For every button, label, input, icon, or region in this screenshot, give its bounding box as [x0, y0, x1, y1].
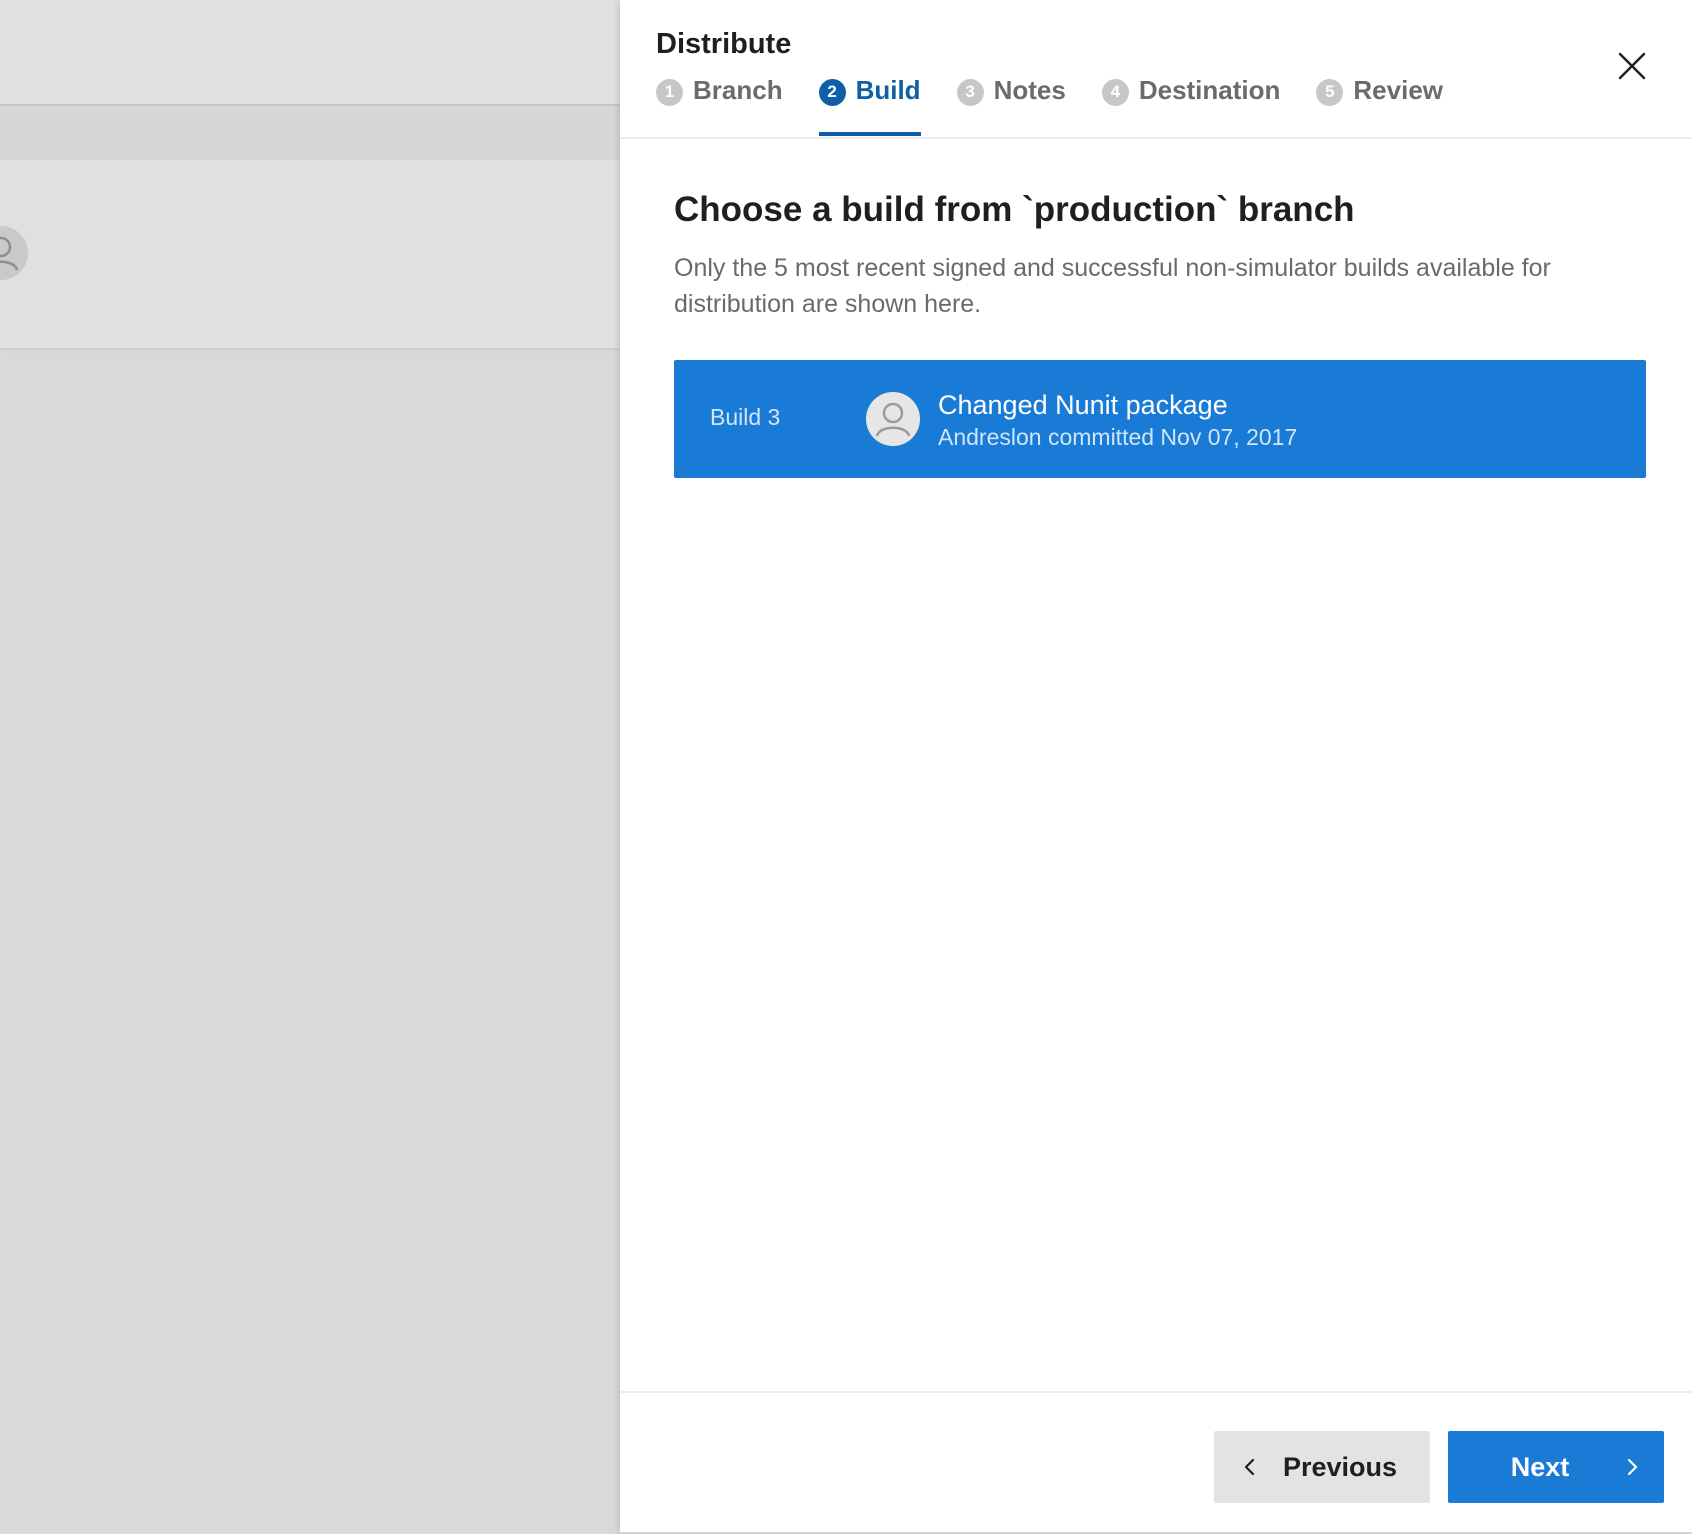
next-button[interactable]: Next: [1448, 1431, 1664, 1503]
step-label: Branch: [693, 74, 783, 105]
step-number: 1: [656, 78, 683, 106]
step-notes[interactable]: 3 Notes: [956, 72, 1066, 108]
commit-message: Changed Nunit package: [938, 390, 1228, 420]
step-label: Notes: [993, 74, 1066, 105]
step-number: 5: [1316, 78, 1344, 106]
wizard-steps: 1 Branch 2 Build 3 Notes 4 Destination 5…: [656, 72, 1479, 137]
step-number: 4: [1101, 78, 1129, 106]
content-title: Choose a build from `production` branch: [674, 190, 1355, 229]
previous-button[interactable]: Previous: [1214, 1431, 1430, 1503]
step-label: Destination: [1138, 74, 1281, 105]
previous-button-label: Previous: [1282, 1451, 1398, 1482]
step-label: Review: [1353, 74, 1444, 105]
step-content: Choose a build from `production` branch …: [674, 190, 1646, 322]
panel-header: Distribute 1 Branch 2 Build 3 Notes 4 De…: [620, 0, 1692, 139]
panel-title: Distribute: [656, 28, 792, 60]
step-number: 3: [956, 78, 984, 106]
background-overlay: [0, 0, 620, 1532]
panel-footer: Previous Next: [620, 1391, 1692, 1534]
content-description: Only the 5 most recent signed and succes…: [674, 254, 1551, 318]
step-branch[interactable]: 1 Branch: [656, 72, 783, 108]
chevron-right-icon: [1627, 1458, 1638, 1476]
background-band: [0, 106, 620, 160]
background-card: [0, 160, 620, 348]
background-header: [0, 0, 620, 106]
close-icon: [1618, 52, 1646, 80]
build-number-label: Build 3: [710, 404, 781, 430]
commit-meta: Andreslon committed Nov 07, 2017: [938, 424, 1298, 450]
step-destination[interactable]: 4 Destination: [1101, 72, 1281, 108]
step-review[interactable]: 5 Review: [1316, 72, 1443, 108]
user-avatar-icon: [875, 402, 911, 437]
build-list-item[interactable]: Build 3 Changed Nunit package Andreslon …: [674, 360, 1646, 478]
step-number: 2: [818, 78, 846, 106]
avatar: [866, 392, 920, 446]
next-button-label: Next: [1510, 1451, 1570, 1482]
distribute-panel: Distribute 1 Branch 2 Build 3 Notes 4 De…: [620, 0, 1692, 1532]
step-build[interactable]: 2 Build: [818, 72, 921, 136]
step-label: Build: [855, 74, 921, 105]
close-button[interactable]: [1610, 44, 1654, 88]
